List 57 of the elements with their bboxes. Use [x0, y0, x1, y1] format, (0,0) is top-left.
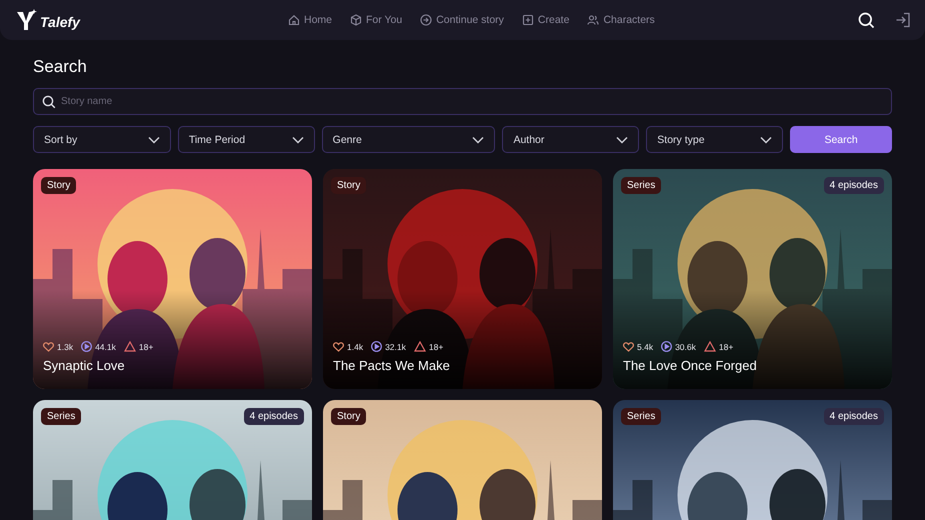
- filter-dropdown[interactable]: Genre: [322, 126, 496, 153]
- search-button[interactable]: Search: [790, 126, 892, 153]
- search-field[interactable]: Story name: [33, 88, 892, 115]
- filter-dropdown[interactable]: Time Period: [178, 126, 315, 153]
- likes-count: 5.4k: [637, 342, 654, 352]
- story-title: The Love Once Forged: [623, 358, 757, 373]
- page-title: Search: [33, 56, 88, 78]
- chevron-down-icon: [148, 136, 160, 144]
- cube-icon: [350, 14, 362, 26]
- chevron-down-icon: [616, 136, 628, 144]
- filter-dropdown[interactable]: Author: [502, 126, 640, 153]
- plus-square-icon: [522, 14, 534, 26]
- nav-link[interactable]: Continue story: [420, 14, 504, 26]
- type-badge: Story: [331, 408, 366, 425]
- home-icon: [288, 14, 300, 26]
- users-icon: [587, 14, 600, 26]
- nav-link[interactable]: Home: [288, 14, 332, 26]
- age-rating: 18+: [718, 342, 734, 352]
- heart-icon: [333, 342, 344, 352]
- login-icon[interactable]: [895, 12, 911, 28]
- nav-link[interactable]: Create: [522, 14, 570, 26]
- likes-count: 1.4k: [347, 342, 364, 352]
- warning-icon: [414, 341, 426, 352]
- search-icon[interactable]: [858, 12, 875, 28]
- play-icon: [661, 341, 672, 352]
- play-icon: [81, 341, 92, 352]
- plays-count: 30.6k: [675, 342, 696, 352]
- plays-count: 32.1k: [385, 342, 406, 352]
- type-badge: Series: [621, 408, 662, 425]
- filter-dropdown[interactable]: Story type: [646, 126, 784, 153]
- nav-link[interactable]: For You: [350, 14, 402, 26]
- type-badge: Story: [41, 177, 76, 194]
- heart-icon: [623, 342, 634, 352]
- type-badge: Story: [331, 177, 366, 194]
- age-rating: 18+: [428, 342, 444, 352]
- brand-name[interactable]: Talefy: [40, 14, 80, 30]
- age-rating: 18+: [138, 342, 154, 352]
- story-title: The Pacts We Make: [333, 358, 450, 373]
- heart-icon: [43, 342, 54, 352]
- episodes-badge: 4 episodes: [824, 408, 884, 425]
- episodes-badge: 4 episodes: [244, 408, 304, 425]
- story-title: Synaptic Love: [43, 358, 126, 373]
- arrow-circle-icon: [420, 14, 432, 26]
- plays-count: 44.1k: [95, 342, 116, 352]
- nav-link[interactable]: Characters: [587, 14, 655, 26]
- type-badge: Series: [41, 408, 82, 425]
- play-icon: [371, 341, 382, 352]
- type-badge: Series: [621, 177, 662, 194]
- warning-icon: [124, 341, 136, 352]
- chevron-down-icon: [292, 136, 304, 144]
- warning-icon: [704, 341, 716, 352]
- filter-dropdown[interactable]: Sort by: [33, 126, 171, 153]
- chevron-down-icon: [760, 136, 772, 144]
- episodes-badge: 4 episodes: [824, 177, 884, 194]
- likes-count: 1.3k: [57, 342, 74, 352]
- chevron-down-icon: [472, 136, 484, 144]
- logo-icon: [16, 9, 38, 31]
